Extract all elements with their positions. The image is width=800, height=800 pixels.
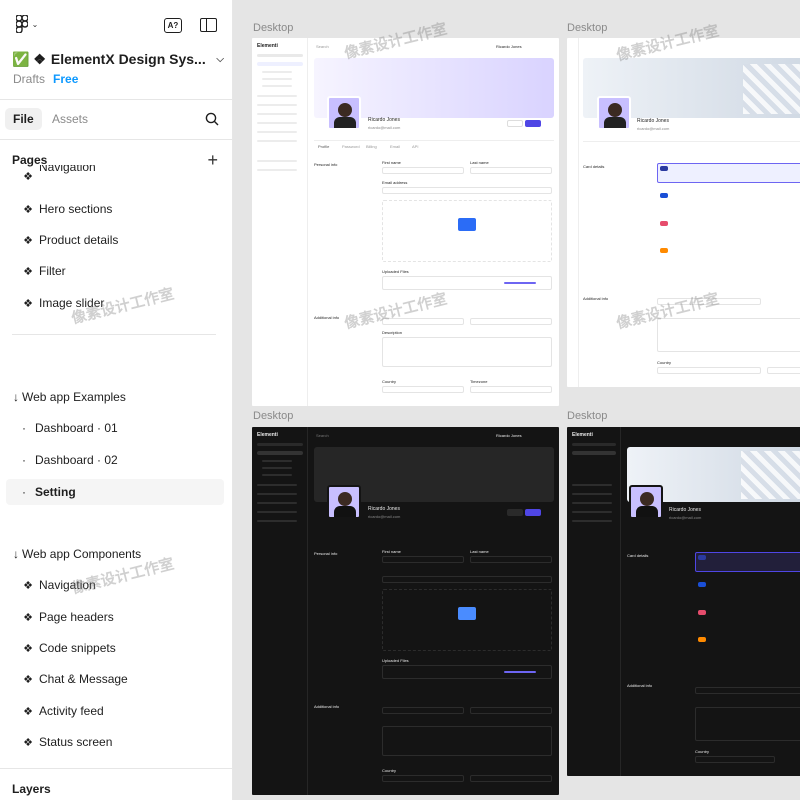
folder-icon (458, 607, 476, 620)
desktop-frame-light-profile[interactable]: Elementi Search Ricardo Jones Ricardo Jo… (252, 38, 559, 406)
tab-file[interactable]: File (5, 108, 42, 130)
page-item-navigation-partial[interactable]: ❖ Navigation (0, 165, 232, 187)
desktop-frame-dark-profile[interactable]: Elementi Search Ricardo Jones Ricardo Jo… (252, 427, 559, 795)
left-panel: ⌄ A? ✅ ❖ ElementX Design Sys... ⌵ Drafts… (0, 0, 233, 800)
page-item-chat-message[interactable]: ❖ Chat & Message (0, 666, 232, 692)
page-item-setting[interactable]: · Setting (6, 479, 224, 505)
tab-assets[interactable]: Assets (44, 108, 96, 130)
page-item-page-headers[interactable]: ❖ Page headers (0, 604, 232, 630)
avatar (629, 485, 663, 519)
component-icon: ❖ (23, 611, 33, 624)
arrow-down-icon: ↓ (13, 390, 19, 404)
page-item-status-screen[interactable]: ❖ Status screen (0, 729, 232, 755)
avatar (327, 485, 361, 519)
layers-heading: Layers (12, 782, 51, 796)
page-item-hero-sections[interactable]: ❖ Hero sections (0, 196, 232, 222)
sidebar-toggle-icon[interactable] (200, 18, 217, 32)
avatar (597, 96, 631, 130)
figma-logo-icon (15, 15, 28, 33)
frame-sidebar: Elementi (252, 38, 308, 406)
page-item-activity-feed[interactable]: ❖ Activity feed (0, 698, 232, 724)
panel-tabs: File Assets (0, 106, 232, 134)
help-badge[interactable]: A? (164, 18, 182, 33)
component-icon: ❖ (23, 579, 33, 592)
search-icon[interactable] (204, 111, 220, 127)
design-canvas[interactable]: Desktop Desktop Desktop Desktop Elementi… (233, 0, 800, 800)
page-item-product-details[interactable]: ❖ Product details (0, 227, 232, 253)
component-icon: ❖ (23, 705, 33, 718)
project-name: ElementX Design Sys... (50, 51, 206, 67)
arrow-down-icon: ↓ (13, 547, 19, 561)
page-item-code-snippets[interactable]: ❖ Code snippets (0, 635, 232, 661)
project-emoji: ✅ ❖ (12, 50, 46, 67)
frame-label[interactable]: Desktop (567, 410, 607, 422)
chevron-down-icon: ⌵ (216, 53, 224, 65)
page-item-dashboard-02[interactable]: · Dashboard · 02 (0, 447, 232, 473)
component-icon: ❖ (23, 673, 33, 686)
component-icon: ❖ (23, 642, 33, 655)
frame-label[interactable]: Desktop (253, 410, 293, 422)
page-item-dashboard-01[interactable]: · Dashboard · 01 (0, 415, 232, 441)
project-location[interactable]: Drafts (13, 72, 45, 86)
component-icon: ❖ (23, 297, 33, 310)
page-item-image-slider[interactable]: ❖ Image slider (0, 290, 232, 316)
page-divider (12, 334, 216, 335)
component-icon: ❖ (23, 736, 33, 749)
component-icon: ❖ (23, 265, 33, 278)
folder-icon (458, 218, 476, 231)
project-title[interactable]: ✅ ❖ ElementX Design Sys... ⌵ (12, 48, 224, 70)
chevron-down-icon: ⌄ (31, 19, 39, 29)
frame-label[interactable]: Desktop (567, 22, 607, 34)
divider (0, 139, 232, 140)
avatar (327, 96, 361, 130)
page-group-web-app-examples[interactable]: ↓ Web app Examples (0, 384, 232, 410)
top-toolbar: ⌄ A? (0, 0, 232, 44)
page-item-filter[interactable]: ❖ Filter (0, 258, 232, 284)
desktop-frame-dark-billing[interactable]: Elementi Ricardo Jones ricardo@mail.com … (567, 427, 800, 776)
divider (0, 768, 232, 769)
plan-badge[interactable]: Free (53, 72, 78, 86)
desktop-frame-light-billing[interactable]: Ricardo Jones ricardo@mail.com Card deta… (567, 38, 800, 387)
page-item-navigation[interactable]: ❖ Navigation (0, 572, 232, 598)
project-meta: Drafts Free (13, 72, 78, 86)
component-icon: ❖ (23, 170, 33, 183)
page-group-web-app-components[interactable]: ↓ Web app Components (0, 541, 232, 567)
component-icon: ❖ (23, 203, 33, 216)
figma-menu-button[interactable]: ⌄ (12, 14, 42, 34)
divider (0, 99, 232, 100)
component-icon: ❖ (23, 234, 33, 247)
frame-label[interactable]: Desktop (253, 22, 293, 34)
